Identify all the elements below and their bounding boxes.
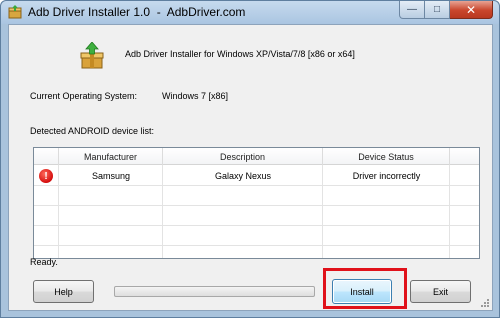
app-icon — [8, 5, 22, 19]
resize-grip-icon[interactable] — [480, 298, 490, 308]
exit-button[interactable]: Exit — [410, 280, 471, 303]
error-icon: ! — [39, 169, 53, 183]
os-label: Current Operating System: — [30, 91, 138, 101]
status-text: Ready. — [30, 257, 58, 267]
device-list-table[interactable]: Manufacturer Description Device Status !… — [33, 147, 480, 259]
highlight-annotation — [323, 268, 407, 309]
column-header-device-status[interactable]: Device Status — [323, 148, 450, 165]
table-header: Manufacturer Description Device Status — [34, 148, 479, 165]
dialog-body: Adb Driver Installer for Windows XP/Vist… — [8, 24, 493, 311]
grid-line — [34, 205, 479, 206]
cell-description[interactable]: Galaxy Nexus — [163, 166, 323, 185]
window-title: Adb Driver Installer 1.0 - AdbDriver.com — [28, 5, 246, 19]
close-button[interactable]: ✕ — [450, 1, 493, 19]
grid-line — [34, 185, 479, 186]
install-progress-bar — [114, 286, 315, 297]
app-window: Adb Driver Installer 1.0 - AdbDriver.com… — [0, 0, 500, 318]
package-install-icon — [80, 42, 104, 69]
header-text: Adb Driver Installer for Windows XP/Vist… — [125, 49, 355, 59]
grid-line — [34, 225, 479, 226]
cell-manufacturer[interactable]: Samsung — [59, 166, 163, 185]
column-header-manufacturer[interactable]: Manufacturer — [59, 148, 163, 165]
caption-buttons: — □ ✕ — [399, 1, 493, 20]
column-header-description[interactable]: Description — [163, 148, 323, 165]
cell-device-status[interactable]: Driver incorrectly — [323, 166, 450, 185]
title-bar[interactable]: Adb Driver Installer 1.0 - AdbDriver.com… — [1, 1, 499, 24]
device-list-label: Detected ANDROID device list: — [30, 126, 155, 136]
maximize-button[interactable]: □ — [425, 1, 450, 19]
column-header-icon[interactable] — [34, 148, 59, 165]
grid-line — [34, 245, 479, 246]
help-button[interactable]: Help — [33, 280, 94, 303]
minimize-button[interactable]: — — [399, 1, 425, 19]
os-value: Windows 7 [x86] — [162, 91, 229, 101]
